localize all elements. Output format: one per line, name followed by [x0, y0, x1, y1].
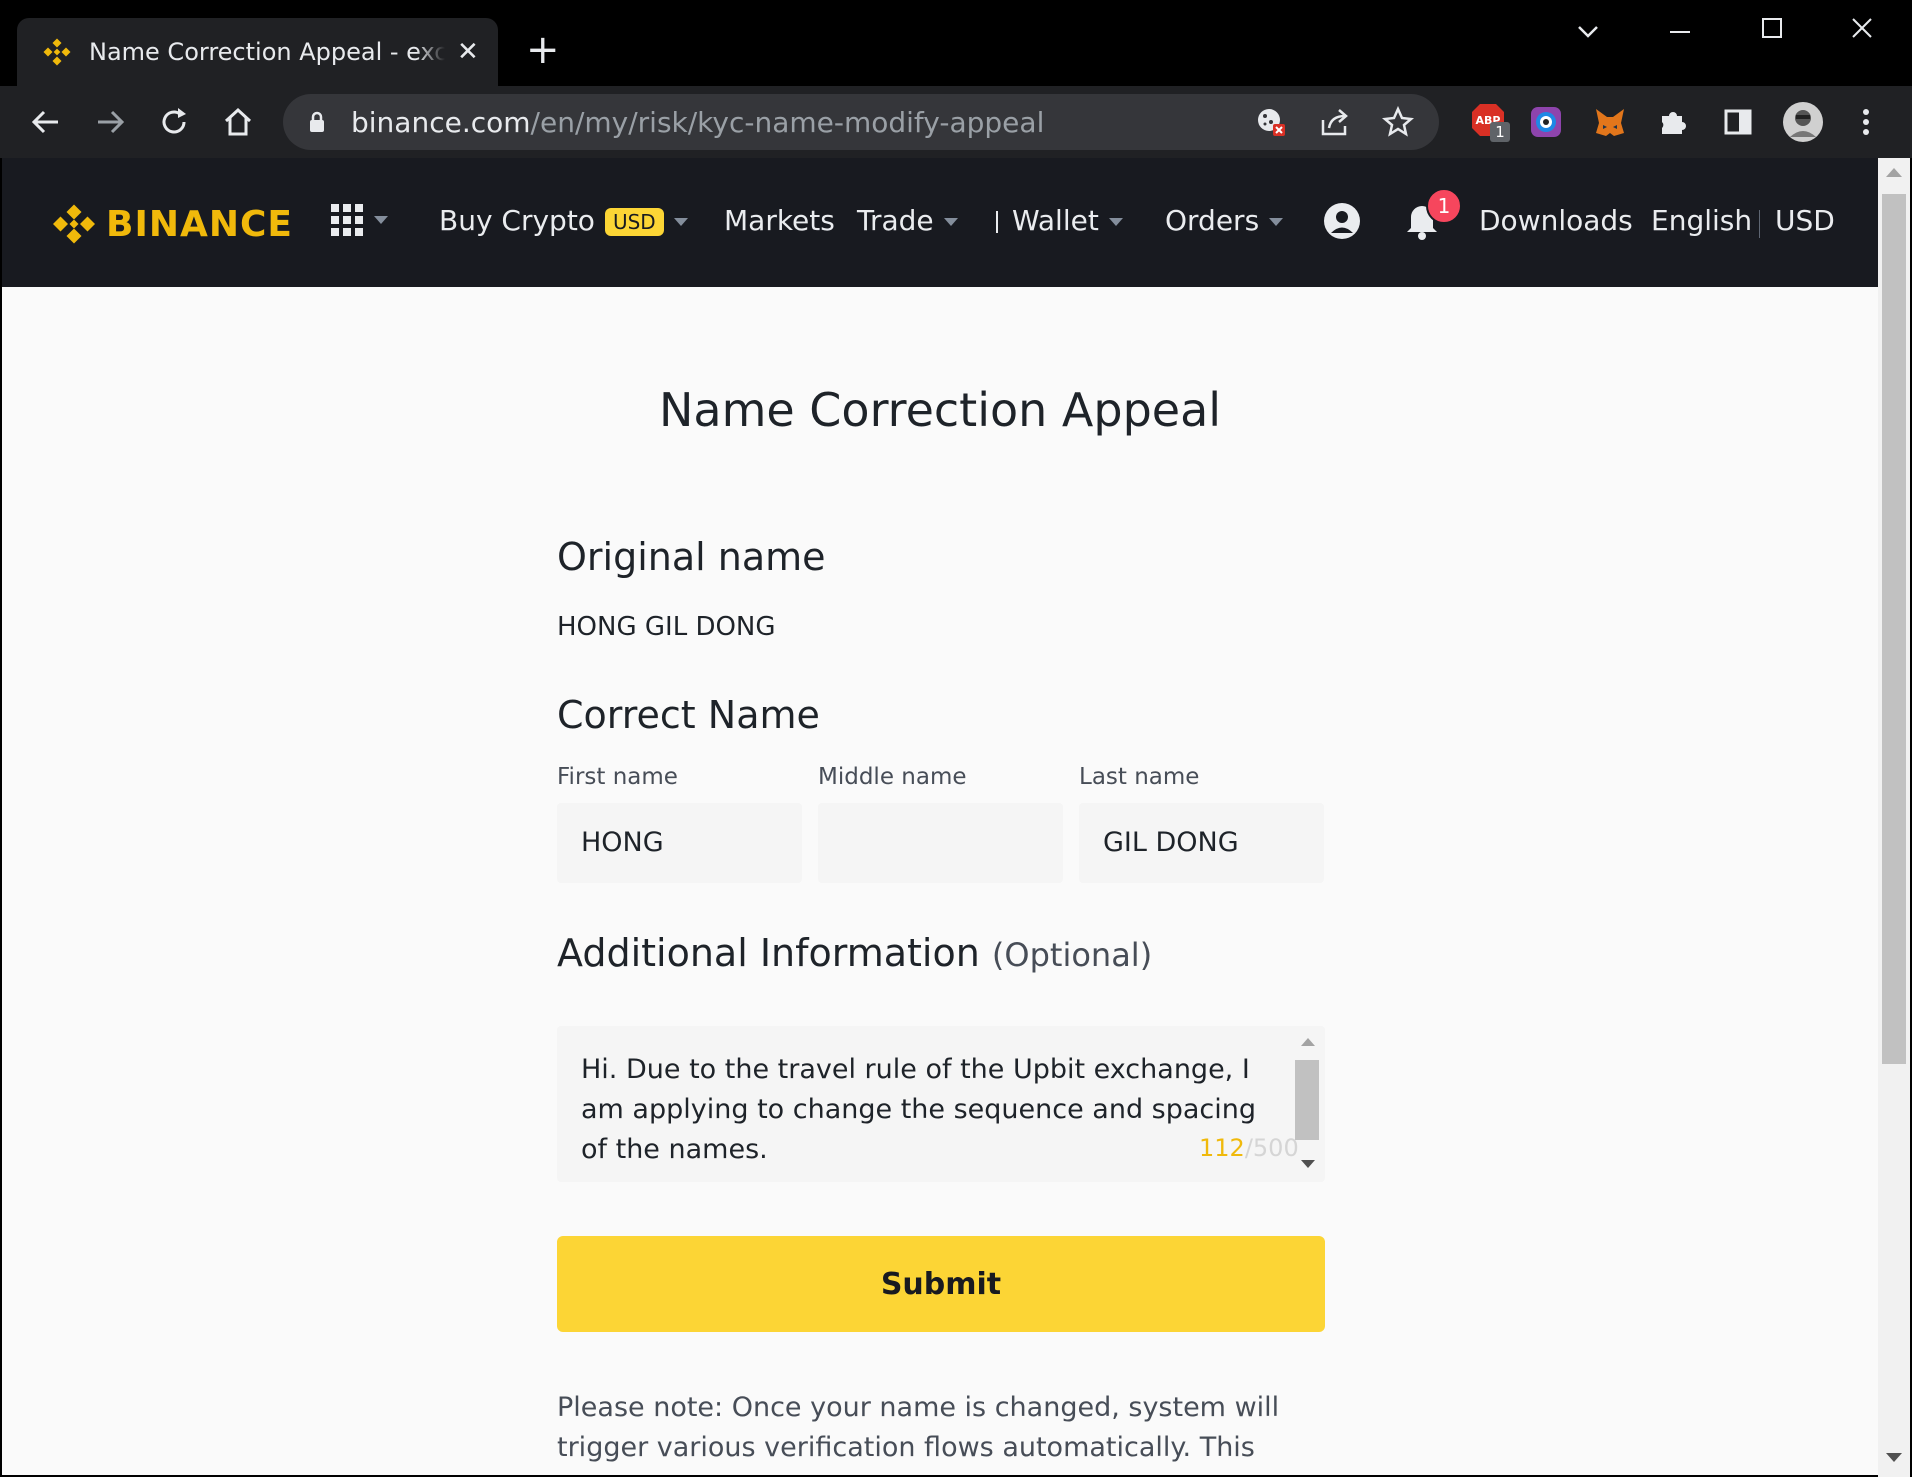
chevron-down-icon	[1269, 218, 1284, 226]
nav-language[interactable]: English	[1651, 204, 1752, 237]
usd-badge: USD	[604, 208, 664, 236]
lock-icon[interactable]	[308, 111, 326, 133]
chevron-down-icon	[673, 218, 688, 226]
scroll-down-icon[interactable]	[1886, 1453, 1902, 1462]
browser-tab-bar: Name Correction Appeal - exchange ✕ +	[0, 0, 1912, 86]
back-icon[interactable]	[26, 102, 66, 142]
scroll-up-icon[interactable]	[1886, 168, 1902, 177]
chevron-down-icon	[1108, 218, 1123, 226]
browser-toolbar: binance.com/en/my/risk/kyc-name-modify-a…	[0, 86, 1912, 158]
additional-info-label: Additional Information	[557, 931, 980, 975]
first-name-field[interactable]: HONG	[557, 803, 802, 883]
top-navigation: BINANCE Buy Crypto USD Markets Trade Wall…	[2, 158, 1878, 287]
nav-markets[interactable]: Markets	[724, 204, 835, 237]
textarea-scrollbar[interactable]	[1289, 1026, 1325, 1182]
middle-name-label: Middle name	[818, 764, 967, 790]
original-name-value: HONG GIL DONG	[557, 612, 776, 642]
scroll-down-icon[interactable]	[1301, 1160, 1315, 1168]
middle-name-field[interactable]	[818, 803, 1063, 883]
minimize-icon[interactable]	[1650, 14, 1710, 47]
nav-wallet-label: Wallet	[1012, 204, 1099, 237]
tab-title: Name Correction Appeal - exchange	[89, 38, 445, 66]
nav-trade[interactable]: Trade	[857, 204, 958, 237]
apps-menu[interactable]	[330, 202, 388, 237]
nav-orders[interactable]: Orders	[1165, 204, 1284, 237]
url-text[interactable]: binance.com/en/my/risk/kyc-name-modify-a…	[351, 106, 1044, 139]
binance-logo[interactable]: BINANCE	[50, 200, 293, 248]
address-bar[interactable]: binance.com/en/my/risk/kyc-name-modify-a…	[283, 94, 1439, 150]
maximize-icon[interactable]	[1742, 14, 1802, 47]
reload-icon[interactable]	[154, 102, 194, 142]
page-title: Name Correction Appeal	[658, 383, 1222, 437]
correct-name-heading: Correct Name	[557, 693, 820, 737]
grid-icon	[331, 204, 363, 236]
share-icon[interactable]	[1317, 104, 1353, 140]
metamask-fox-icon[interactable]	[1590, 102, 1630, 142]
new-tab-button[interactable]: +	[526, 30, 560, 70]
nav-buy-crypto[interactable]: Buy Crypto USD	[439, 204, 688, 237]
notification-badge: 1	[1426, 188, 1462, 224]
additional-info-heading: Additional Information (Optional)	[557, 931, 1152, 975]
scrollbar-thumb[interactable]	[1882, 194, 1906, 1064]
notice-text: Please note: Once your name is changed, …	[557, 1392, 1280, 1475]
web-page: BINANCE Buy Crypto USD Markets Trade Wall…	[2, 158, 1878, 1475]
bookmark-star-icon[interactable]	[1380, 104, 1416, 140]
window-close-icon[interactable]	[1832, 14, 1892, 47]
nav-buy-crypto-label: Buy Crypto	[439, 204, 595, 237]
browser-menu-icon[interactable]	[1846, 102, 1886, 142]
last-name-field[interactable]: GIL DONG	[1079, 803, 1324, 883]
character-counter: 112/500	[1199, 1134, 1299, 1162]
browser-tab[interactable]: Name Correction Appeal - exchange ✕	[17, 18, 498, 86]
last-name-label: Last name	[1079, 764, 1200, 790]
optional-label: (Optional)	[991, 936, 1153, 974]
additional-info-textarea[interactable]: Hi. Due to the travel rule of the Upbit …	[557, 1026, 1325, 1182]
nav-divider	[996, 211, 998, 233]
scroll-up-icon[interactable]	[1301, 1038, 1315, 1046]
nav-currency[interactable]: USD	[1775, 204, 1835, 237]
binance-favicon-icon	[43, 38, 71, 66]
user-account-icon[interactable]	[1323, 202, 1361, 247]
extensions-puzzle-icon[interactable]	[1654, 102, 1694, 142]
forward-icon[interactable]	[90, 102, 130, 142]
nav-divider	[1759, 210, 1760, 238]
char-count: 112	[1199, 1134, 1245, 1162]
adblock-plus-icon[interactable]: ABP 1	[1464, 96, 1512, 144]
submit-button[interactable]: Submit	[557, 1236, 1325, 1332]
tab-close-icon[interactable]: ✕	[457, 37, 479, 67]
nav-downloads[interactable]: Downloads	[1479, 204, 1633, 237]
binance-logo-icon	[53, 204, 95, 244]
page-scrollbar[interactable]	[1878, 158, 1910, 1477]
adblock-badge: 1	[1490, 122, 1510, 142]
first-name-label: First name	[557, 764, 678, 790]
profile-avatar[interactable]	[1780, 99, 1826, 145]
chevron-down-icon	[943, 218, 958, 226]
additional-info-text: Hi. Due to the travel rule of the Upbit …	[581, 1054, 1257, 1165]
color-extension-icon[interactable]	[1526, 102, 1566, 142]
nav-wallet[interactable]: Wallet	[996, 204, 1123, 237]
nav-orders-label: Orders	[1165, 204, 1260, 237]
side-panel-icon[interactable]	[1718, 102, 1758, 142]
cookie-blocked-icon[interactable]	[1253, 104, 1289, 140]
original-name-heading: Original name	[557, 535, 826, 579]
tab-search-icon[interactable]	[1558, 14, 1618, 47]
chevron-down-icon	[374, 216, 388, 224]
nav-trade-label: Trade	[857, 204, 934, 237]
logo-text: BINANCE	[106, 203, 293, 245]
home-icon[interactable]	[218, 102, 258, 142]
scrollbar-thumb[interactable]	[1295, 1060, 1319, 1140]
